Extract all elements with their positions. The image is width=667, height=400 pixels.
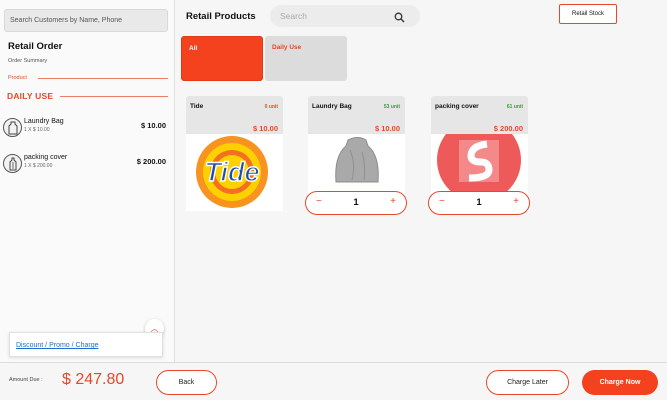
packing-cover-icon bbox=[3, 154, 22, 173]
increment-button[interactable]: + bbox=[513, 196, 519, 207]
order-title: Retail Order bbox=[8, 41, 63, 52]
order-item[interactable]: packing cover 1 X $ 200.00 $ 200.00 bbox=[3, 152, 169, 178]
tide-logo: Tide bbox=[196, 136, 268, 208]
divider bbox=[60, 96, 168, 97]
search-icon[interactable] bbox=[394, 10, 405, 28]
product-stock: 53 unit bbox=[383, 104, 400, 110]
order-item-qty: 1 X $ 10.00 bbox=[24, 127, 50, 133]
packing-cover-image bbox=[437, 134, 521, 202]
tab-all[interactable]: All bbox=[181, 36, 263, 81]
charge-now-button[interactable]: Charge Now bbox=[582, 370, 658, 395]
order-item[interactable]: Laundry Bag 1 X $ 10.00 $ 10.00 bbox=[3, 116, 169, 142]
product-card-tide[interactable]: Tide 0 unit $ 10.00 Tide bbox=[186, 96, 283, 211]
order-item-name: Laundry Bag bbox=[24, 118, 64, 125]
tab-daily-use[interactable]: Daily Use bbox=[265, 36, 347, 81]
product-name: Tide bbox=[190, 103, 204, 110]
product-image: Tide bbox=[186, 134, 283, 211]
product-stock: 61 unit bbox=[506, 104, 523, 110]
product-search-input[interactable]: Search bbox=[270, 5, 420, 27]
order-item-price: $ 10.00 bbox=[140, 121, 166, 130]
product-card-header: Laundry Bag 53 unit $ 10.00 bbox=[308, 96, 405, 134]
retail-stock-button[interactable]: Retail Stock bbox=[559, 4, 617, 24]
product-price: $ 200.00 bbox=[493, 124, 523, 133]
product-card-header: Tide 0 unit $ 10.00 bbox=[186, 96, 283, 134]
laundry-bag-image bbox=[335, 137, 379, 183]
discount-promo-charge-link[interactable]: Discount / Promo / Charge bbox=[16, 342, 98, 349]
order-item-name: packing cover bbox=[24, 154, 68, 161]
divider bbox=[38, 78, 168, 79]
product-card-header: packing cover 61 unit $ 200.00 bbox=[431, 96, 528, 134]
product-stock: 0 unit bbox=[264, 104, 278, 110]
amount-due-label: Amount Due : bbox=[9, 377, 43, 383]
product-price: $ 10.00 bbox=[252, 124, 278, 133]
amount-due-value: $ 247.80 bbox=[62, 371, 125, 388]
quantity-stepper[interactable]: − 1 + bbox=[305, 191, 407, 215]
increment-button[interactable]: + bbox=[390, 196, 396, 207]
quantity-stepper[interactable]: − 1 + bbox=[428, 191, 530, 215]
order-item-price: $ 200.00 bbox=[136, 157, 166, 166]
charge-later-button[interactable]: Charge Later bbox=[486, 370, 569, 395]
back-button[interactable]: Back bbox=[156, 370, 217, 395]
search-placeholder: Search bbox=[280, 11, 307, 21]
order-item-qty: 1 X $ 200.00 bbox=[24, 163, 53, 169]
promo-panel: Discount / Promo / Charge bbox=[9, 332, 163, 357]
page-title: Retail Products bbox=[186, 11, 256, 22]
tide-logo-text: Tide bbox=[204, 157, 259, 187]
product-name: Laundry Bag bbox=[312, 103, 352, 110]
category-header: DAILY USE bbox=[7, 91, 54, 101]
laundry-bag-icon bbox=[3, 118, 22, 137]
order-sidebar: Search Customers by Name, Phone Retail O… bbox=[0, 0, 175, 362]
product-name: packing cover bbox=[435, 103, 479, 110]
order-subtitle: Order Summary bbox=[8, 58, 48, 64]
product-header: Product bbox=[8, 75, 27, 81]
divider bbox=[0, 362, 667, 363]
product-price: $ 10.00 bbox=[374, 124, 400, 133]
customer-search-input[interactable]: Search Customers by Name, Phone bbox=[4, 9, 168, 32]
